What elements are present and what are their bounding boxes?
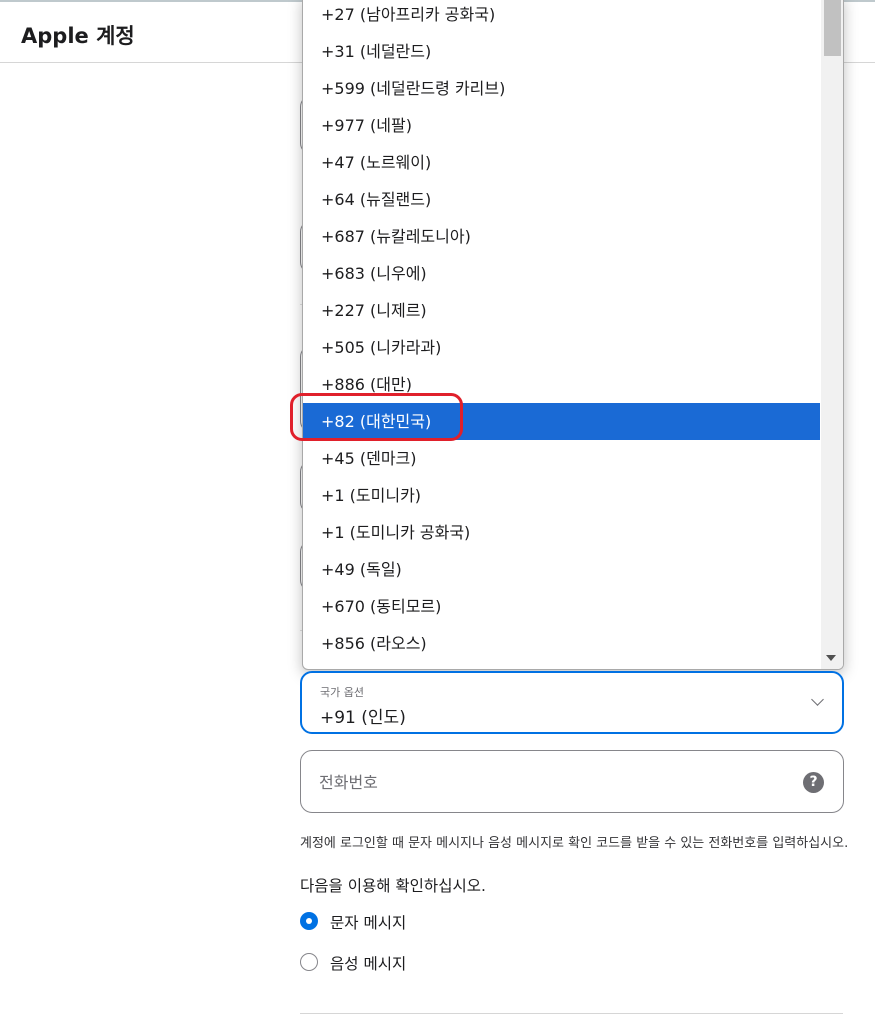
country-code-option[interactable]: +670 (동티모르) xyxy=(303,588,820,625)
country-code-dropdown-list[interactable]: +27 (남아프리카 공화국) +31 (네덜란드) +599 (네덜란드령 카… xyxy=(302,0,844,670)
country-code-option[interactable]: +505 (니카라과) xyxy=(303,329,820,366)
highlight-annotation xyxy=(290,393,463,441)
country-code-option[interactable]: +27 (남아프리카 공화국) xyxy=(303,0,820,33)
dropdown-scrollbar[interactable] xyxy=(821,0,843,669)
country-code-option[interactable]: +47 (노르웨이) xyxy=(303,144,820,181)
scroll-down-arrow-icon[interactable] xyxy=(826,655,836,661)
phone-number-input[interactable] xyxy=(319,769,779,795)
country-code-option[interactable]: +1 (도미니카) xyxy=(303,477,820,514)
help-icon[interactable]: ? xyxy=(803,772,824,793)
radio-label[interactable]: 문자 메시지 xyxy=(330,911,406,933)
radio-button-checked[interactable] xyxy=(300,912,318,930)
country-code-option[interactable]: +49 (독일) xyxy=(303,551,820,588)
country-code-option[interactable]: +599 (네덜란드령 카리브) xyxy=(303,70,820,107)
country-code-option[interactable]: +683 (니우에) xyxy=(303,255,820,292)
country-code-option[interactable]: +977 (네팔) xyxy=(303,107,820,144)
country-code-option[interactable]: +856 (라오스) xyxy=(303,625,820,662)
country-code-option[interactable]: +1 (도미니카 공화국) xyxy=(303,514,820,551)
chevron-down-icon xyxy=(811,693,824,706)
country-code-option[interactable]: +687 (뉴칼레도니아) xyxy=(303,218,820,255)
verify-method-title: 다음을 이용해 확인하십시오. xyxy=(300,877,486,895)
country-code-option[interactable]: +31 (네덜란드) xyxy=(303,33,820,70)
country-select-label: 국가 옵션 xyxy=(320,686,364,699)
country-code-option[interactable]: +227 (니제르) xyxy=(303,292,820,329)
country-code-select[interactable]: 국가 옵션 +91 (인도) xyxy=(300,671,844,734)
page-title: Apple 계정 xyxy=(21,24,135,48)
country-code-option[interactable]: +45 (덴마크) xyxy=(303,440,820,477)
scrollbar-thumb[interactable] xyxy=(824,0,841,56)
radio-button-unchecked[interactable] xyxy=(300,953,318,971)
divider xyxy=(300,1013,843,1014)
phone-hint-text: 계정에 로그인할 때 문자 메시지나 음성 메시지로 확인 코드를 받을 수 있… xyxy=(300,836,849,851)
country-select-value: +91 (인도) xyxy=(320,708,406,728)
country-code-option[interactable]: +64 (뉴질랜드) xyxy=(303,181,820,218)
radio-label[interactable]: 음성 메시지 xyxy=(330,952,406,974)
phone-number-field[interactable]: ? xyxy=(300,750,844,813)
